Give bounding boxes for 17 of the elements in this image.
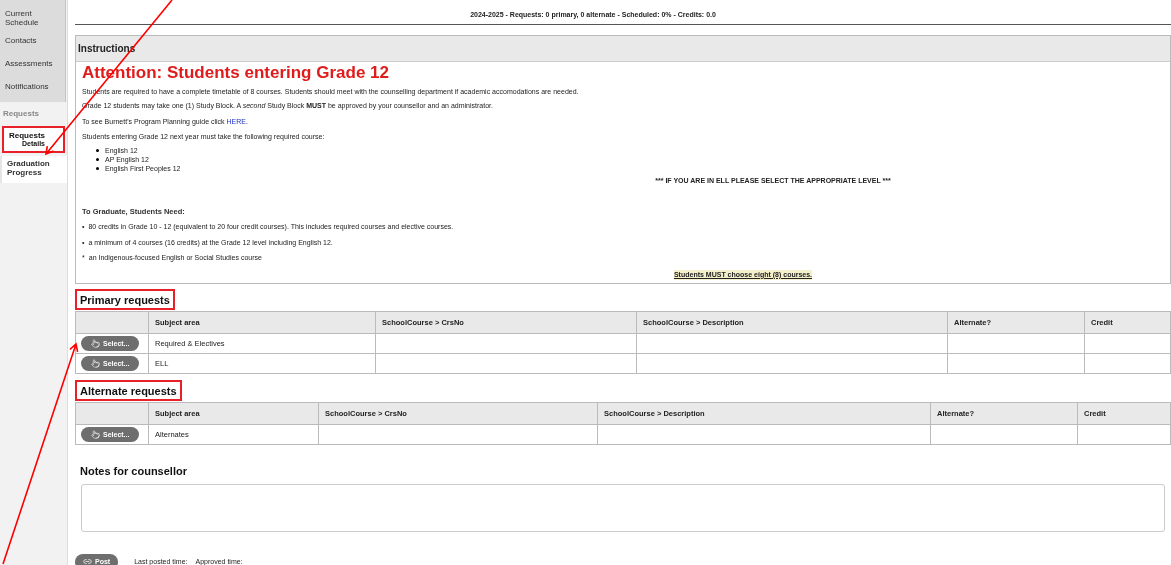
hand-pointer-icon bbox=[91, 359, 100, 369]
bullet-icon bbox=[96, 157, 99, 161]
hand-pointer-icon bbox=[91, 339, 100, 349]
sidebar-item[interactable]: Current Schedule bbox=[0, 6, 65, 29]
section-title: Primary requests bbox=[80, 292, 170, 308]
bullet-icon bbox=[96, 166, 99, 170]
section-title: Notes for counsellor bbox=[79, 464, 188, 480]
section-label: Requests bbox=[2, 108, 40, 120]
notes-field[interactable] bbox=[81, 483, 1165, 532]
bullet-icon bbox=[96, 148, 99, 152]
link-icon bbox=[83, 557, 92, 565]
hand-pointer-icon bbox=[91, 430, 100, 440]
sidebar-item[interactable]: Assessments bbox=[0, 52, 65, 75]
section-title: Alternate requests bbox=[80, 383, 177, 399]
sidebar-item[interactable]: Contacts bbox=[0, 29, 65, 52]
sidebar-item[interactable]: Notifications bbox=[0, 75, 65, 98]
sidebar-tab[interactable]: Graduation Progress bbox=[0, 156, 67, 183]
